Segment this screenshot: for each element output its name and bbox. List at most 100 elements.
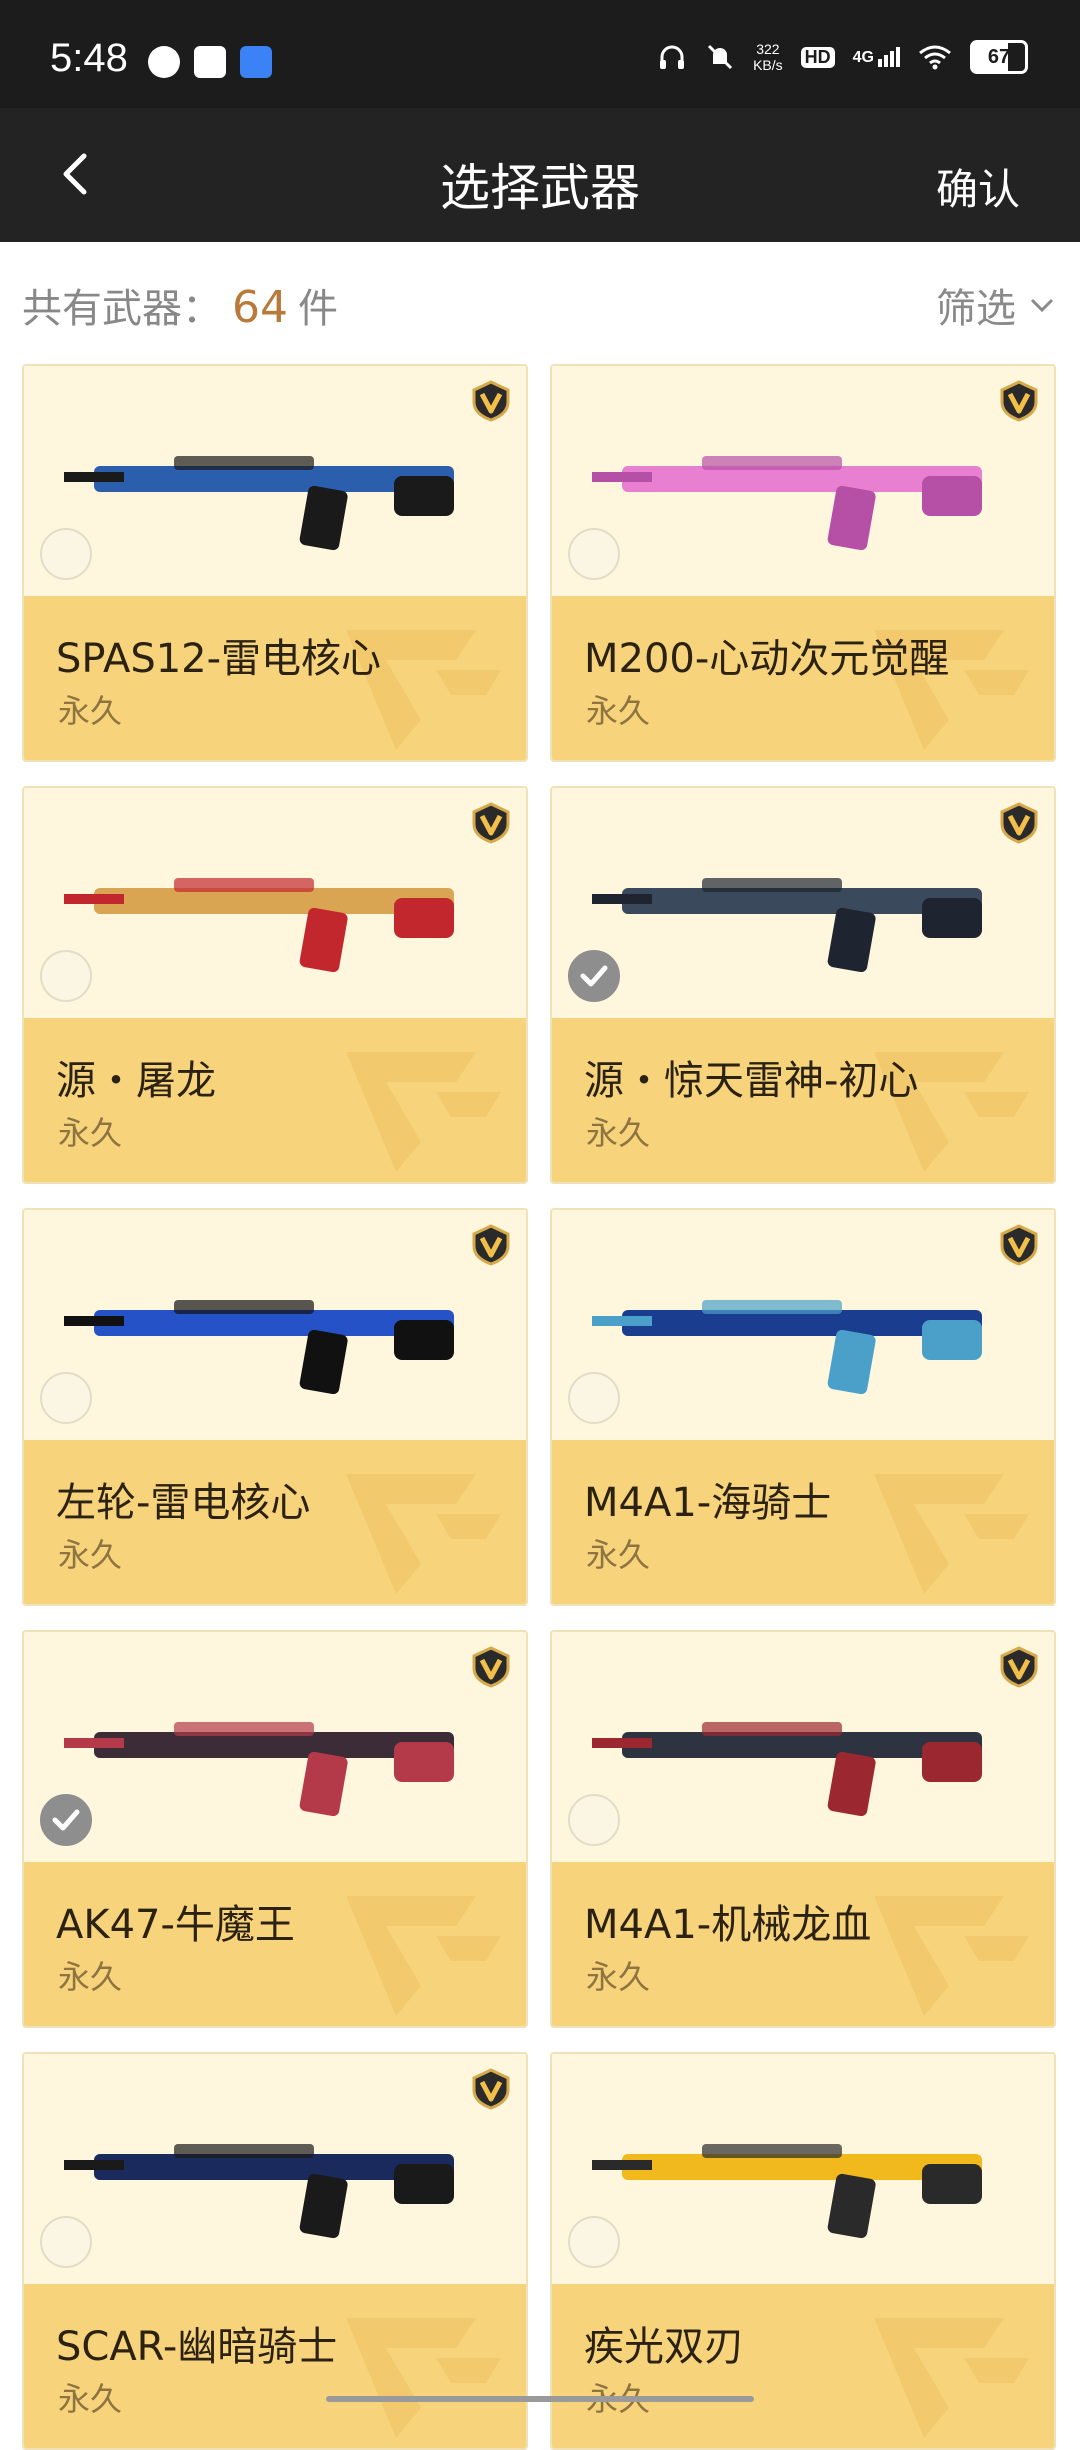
weapon-card[interactable]: 疾光双刃 永久 [550,2052,1056,2450]
weapon-duration: 永久 [586,1536,651,1574]
weapon-card[interactable]: SCAR-幽暗骑士 永久 [22,2052,528,2450]
weapon-duration: 永久 [58,1958,123,1996]
weapon-name: M4A1-机械龙血 [584,1902,872,1948]
weapon-info: M200-心动次元觉醒 永久 [552,596,1054,760]
cf-logo-icon [874,2318,1029,2438]
weapon-card[interactable]: SPAS12-雷电核心 永久 [22,364,528,762]
cf-logo-icon [346,1474,501,1594]
weapon-image-area [552,788,1054,1018]
weapon-image [64,456,454,551]
status-time: 5:48 [50,36,128,80]
select-checkbox[interactable] [40,2216,92,2268]
weapon-card[interactable]: 源・屠龙 永久 [22,786,528,1184]
title-bar: 选择武器 确认 [0,108,1080,242]
weapon-info: AK47-牛魔王 永久 [24,1862,526,2026]
vip-badge-icon [472,802,510,844]
weapon-duration: 永久 [58,1114,123,1152]
weapon-image [64,878,454,973]
weapon-image-area [552,1632,1054,1862]
signal-icon: 4G [853,47,900,67]
weapon-info: SPAS12-雷电核心 永久 [24,596,526,760]
check-icon [52,1809,80,1831]
weapon-duration: 永久 [586,1958,651,1996]
weapon-card[interactable]: 左轮-雷电核心 永久 [22,1208,528,1606]
weapon-name: 源・屠龙 [56,1058,216,1104]
wifi-icon [919,45,951,70]
status-left-icons [148,46,272,78]
weapon-name: SCAR-幽暗骑士 [56,2324,338,2370]
network-speed: 322 KB/s [753,41,783,73]
filter-button[interactable]: 筛选 [936,276,1058,334]
weapon-info: 源・屠龙 永久 [24,1018,526,1182]
vip-badge-icon [472,1646,510,1688]
weapon-card[interactable]: 源・惊天雷神-初心 永久 [550,786,1056,1184]
weapon-info: 源・惊天雷神-初心 永久 [552,1018,1054,1182]
cf-logo-icon [346,1052,501,1172]
cf-logo-icon [874,1474,1029,1594]
weapon-image-area [24,2054,526,2284]
weapon-count-number: 64 [232,282,288,333]
weapon-image-area [24,1632,526,1862]
headphones-icon [660,45,685,69]
home-indicator [326,2396,754,2402]
weapon-image-area [24,788,526,1018]
check-icon [580,965,608,987]
vip-badge-icon [1000,1646,1038,1688]
cf-logo-icon [874,1896,1029,2016]
select-checkbox[interactable] [568,1372,620,1424]
weapon-name: 源・惊天雷神-初心 [584,1058,919,1104]
cf-logo-icon [346,2318,501,2438]
select-checkbox[interactable] [40,528,92,580]
battery-icon: 67 [970,40,1028,74]
weapon-image-area [24,1210,526,1440]
weapon-card[interactable]: AK47-牛魔王 永久 [22,1630,528,2028]
weapon-info: M4A1-机械龙血 永久 [552,1862,1054,2026]
page-title: 选择武器 [440,159,640,217]
app-icon [194,46,226,78]
weapon-image [64,2144,454,2239]
cf-logo-icon [346,1896,501,2016]
vip-badge-icon [472,1224,510,1266]
weapon-count: 共有武器： 64 件 [22,282,338,333]
vip-badge-icon [1000,802,1038,844]
weapon-image [592,1722,982,1817]
weapon-card[interactable]: M200-心动次元觉醒 永久 [550,364,1056,762]
weapon-name: M200-心动次元觉醒 [584,636,950,682]
select-checkbox[interactable] [568,950,620,1002]
select-checkbox[interactable] [40,1794,92,1846]
status-bar: 5:48 322 KB/s HD 4G 67 [0,0,1080,108]
weapon-info: 疾光双刃 永久 [552,2284,1054,2448]
confirm-button[interactable]: 确认 [936,156,1020,217]
weapon-name: AK47-牛魔王 [56,1902,295,1948]
select-checkbox[interactable] [40,1372,92,1424]
weapon-duration: 永久 [586,1114,651,1152]
status-right-icons: 322 KB/s HD 4G 67 [657,40,1028,74]
globe-icon [148,46,180,78]
count-bar: 共有武器： 64 件 筛选 [0,242,1080,358]
vip-badge-icon [472,380,510,422]
weapon-card[interactable]: M4A1-海骑士 永久 [550,1208,1056,1606]
weapon-image [592,1300,982,1395]
select-checkbox[interactable] [40,950,92,1002]
weapon-image-area [24,366,526,596]
weapon-image-area [552,2054,1054,2284]
weapon-image [592,456,982,551]
vip-badge-icon [472,2068,510,2110]
weapon-card[interactable]: M4A1-机械龙血 永久 [550,1630,1056,2028]
vip-badge-icon [1000,380,1038,422]
weapon-name: SPAS12-雷电核心 [56,636,382,682]
weapon-image [64,1722,454,1817]
hd-icon: HD [800,46,835,68]
weapon-duration: 永久 [58,1536,123,1574]
mute-icon [708,44,733,70]
weapon-name: M4A1-海骑士 [584,1480,832,1526]
select-checkbox[interactable] [568,1794,620,1846]
weapon-image-area [552,1210,1054,1440]
select-checkbox[interactable] [568,2216,620,2268]
weapon-image-area [552,366,1054,596]
weapon-duration: 永久 [58,692,123,730]
weapon-name: 疾光双刃 [584,2324,744,2370]
weapon-duration: 永久 [58,2380,123,2418]
weapon-image [592,2144,982,2239]
select-checkbox[interactable] [568,528,620,580]
